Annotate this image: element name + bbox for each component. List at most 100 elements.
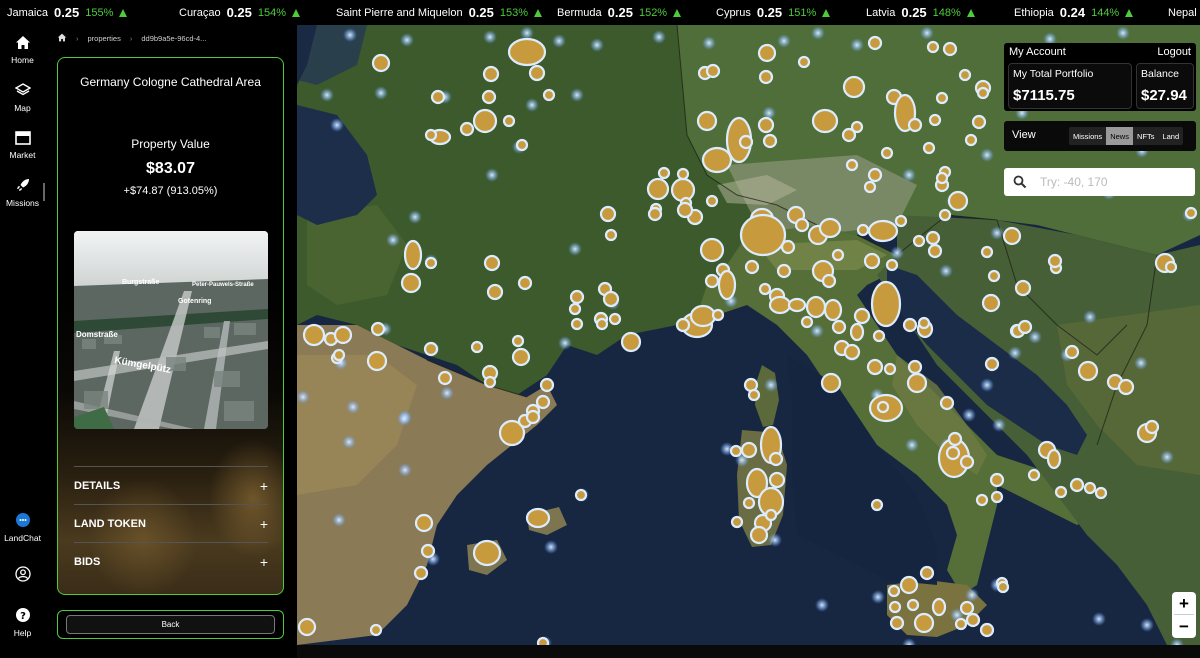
bids-section-toggle[interactable]: BIDS + bbox=[74, 542, 268, 580]
view-option-nfts[interactable]: NFTs bbox=[1133, 127, 1159, 145]
ticker-country: Ethiopia bbox=[1014, 6, 1054, 19]
nav-map-label: Map bbox=[14, 103, 31, 113]
back-container: Back bbox=[57, 610, 284, 639]
property-value-label: Property Value bbox=[131, 137, 210, 151]
property-value-change: +$74.87 (913.05%) bbox=[123, 185, 218, 197]
search-input[interactable] bbox=[1040, 172, 1190, 192]
balance-value: $27.94 bbox=[1141, 87, 1187, 104]
nav-missions-label: Missions bbox=[5, 198, 40, 208]
ticker-percent: 151% bbox=[788, 6, 817, 19]
ticker-percent: 153% bbox=[499, 6, 529, 19]
svg-text:?: ? bbox=[20, 611, 26, 622]
ticker-price: 0.25 bbox=[468, 5, 494, 20]
property-title: Germany Cologne Cathedral Area bbox=[80, 75, 261, 89]
world-map[interactable] bbox=[297, 25, 1200, 645]
ticker-price: 0.25 bbox=[53, 5, 80, 20]
ticker-item[interactable]: Curaçao 0.25 154% bbox=[179, 0, 301, 25]
land-token-section-toggle[interactable]: LAND TOKEN + bbox=[74, 504, 268, 542]
coordinate-search bbox=[1004, 168, 1195, 196]
details-label: DETAILS bbox=[74, 479, 121, 492]
ticker-price: 0.25 bbox=[901, 5, 927, 20]
breadcrumb: › properties › dd9b9a5e-96cd-4... bbox=[57, 30, 206, 46]
ticker-country: Cyprus bbox=[716, 6, 751, 19]
property-value: $83.07 bbox=[146, 160, 195, 177]
user-icon bbox=[14, 566, 31, 582]
view-option-news[interactable]: News bbox=[1106, 127, 1133, 145]
view-segmented-control: Missions News NFTs Land bbox=[1069, 127, 1184, 145]
nav-landchat[interactable]: LandChat bbox=[0, 512, 45, 543]
ticker-price: 0.25 bbox=[226, 5, 252, 20]
ticker-country: Bermuda bbox=[557, 6, 602, 19]
layers-icon bbox=[14, 82, 31, 98]
home-icon[interactable] bbox=[57, 33, 67, 44]
map-street-label: Gotenring bbox=[178, 298, 211, 305]
zoom-control: + − bbox=[1172, 592, 1196, 638]
ticker-country: Nepal bbox=[1168, 6, 1197, 19]
ticker-country: Latvia bbox=[866, 6, 896, 19]
map-canvas bbox=[297, 25, 1200, 645]
up-arrow-icon bbox=[822, 8, 831, 17]
market-icon bbox=[14, 129, 31, 145]
nav-missions[interactable]: Missions bbox=[0, 177, 45, 208]
up-arrow-icon bbox=[292, 8, 301, 17]
up-arrow-icon bbox=[966, 8, 975, 17]
ticker-price: 0.24 bbox=[1059, 5, 1086, 20]
nav-profile[interactable] bbox=[0, 566, 45, 587]
ticker-country: Jamaica bbox=[7, 6, 48, 19]
ticker-item[interactable]: Ethiopia 0.24 144% bbox=[1014, 0, 1134, 25]
up-arrow-icon bbox=[1125, 8, 1134, 17]
view-label: View bbox=[1012, 129, 1036, 141]
map-street-label: Burgstraße bbox=[122, 279, 159, 286]
view-selector: View Missions News NFTs Land bbox=[1004, 121, 1196, 151]
plus-icon: + bbox=[259, 515, 268, 532]
view-option-land[interactable]: Land bbox=[1158, 127, 1183, 145]
nav-market[interactable]: Market bbox=[0, 129, 45, 160]
nav-market-label: Market bbox=[9, 150, 36, 160]
up-arrow-icon bbox=[119, 8, 128, 17]
ticker-bar: Jamaica 0.25 155% Curaçao 0.25 154% Sain… bbox=[0, 0, 1200, 25]
balance-label: Balance bbox=[1141, 68, 1179, 80]
chat-icon bbox=[15, 512, 31, 528]
ticker-percent: 154% bbox=[257, 6, 287, 19]
ticker-country: Curaçao bbox=[179, 6, 221, 19]
ticker-item[interactable]: Saint Pierre and Miquelon 0.25 153% bbox=[336, 0, 543, 25]
rocket-icon bbox=[15, 177, 31, 193]
ticker-percent: 148% bbox=[932, 6, 961, 19]
ticker-item[interactable]: Jamaica 0.25 155% bbox=[7, 0, 128, 25]
account-panel: My Account Logout My Total Portfolio $71… bbox=[1004, 43, 1196, 111]
home-icon bbox=[15, 34, 31, 50]
details-section-toggle[interactable]: DETAILS + bbox=[74, 466, 268, 504]
my-account-heading[interactable]: My Account bbox=[1009, 46, 1066, 58]
ticker-item[interactable]: Nepal bbox=[1168, 0, 1197, 25]
bids-label: BIDS bbox=[74, 555, 101, 568]
zoom-in-button[interactable]: + bbox=[1172, 592, 1196, 615]
portfolio-label: My Total Portfolio bbox=[1013, 68, 1094, 80]
logout-link[interactable]: Logout bbox=[1157, 46, 1191, 58]
map-street-label: Domstraße bbox=[76, 330, 118, 339]
property-card: Germany Cologne Cathedral Area Property … bbox=[57, 57, 284, 595]
breadcrumb-properties[interactable]: properties bbox=[88, 34, 121, 43]
back-button[interactable]: Back bbox=[66, 615, 275, 634]
nav-help[interactable]: ? Help bbox=[0, 607, 45, 638]
ticker-item[interactable]: Latvia 0.25 148% bbox=[866, 0, 975, 25]
ticker-percent: 144% bbox=[1091, 6, 1120, 19]
nav-help-label: Help bbox=[13, 628, 32, 638]
nav-home-label: Home bbox=[11, 55, 34, 65]
nav-landchat-label: LandChat bbox=[4, 533, 41, 543]
breadcrumb-separator: › bbox=[76, 33, 79, 43]
ticker-country: Saint Pierre and Miquelon bbox=[336, 6, 463, 19]
search-icon bbox=[1013, 175, 1027, 189]
ticker-item[interactable]: Bermuda 0.25 152% bbox=[557, 0, 682, 25]
up-arrow-icon bbox=[673, 8, 682, 17]
ticker-percent: 152% bbox=[638, 6, 668, 19]
zoom-out-button[interactable]: − bbox=[1172, 615, 1196, 638]
side-nav: Home Map Market Missions LandChat ? Help bbox=[0, 25, 45, 658]
plus-icon: + bbox=[259, 477, 268, 494]
portfolio-card: My Total Portfolio $7115.75 bbox=[1008, 63, 1132, 109]
nav-home[interactable]: Home bbox=[0, 34, 45, 65]
ticker-item[interactable]: Cyprus 0.25 151% bbox=[716, 0, 831, 25]
view-option-missions[interactable]: Missions bbox=[1069, 127, 1106, 145]
map-attribution-bar bbox=[297, 645, 1200, 658]
ticker-price: 0.25 bbox=[607, 5, 633, 20]
nav-map[interactable]: Map bbox=[0, 82, 45, 113]
